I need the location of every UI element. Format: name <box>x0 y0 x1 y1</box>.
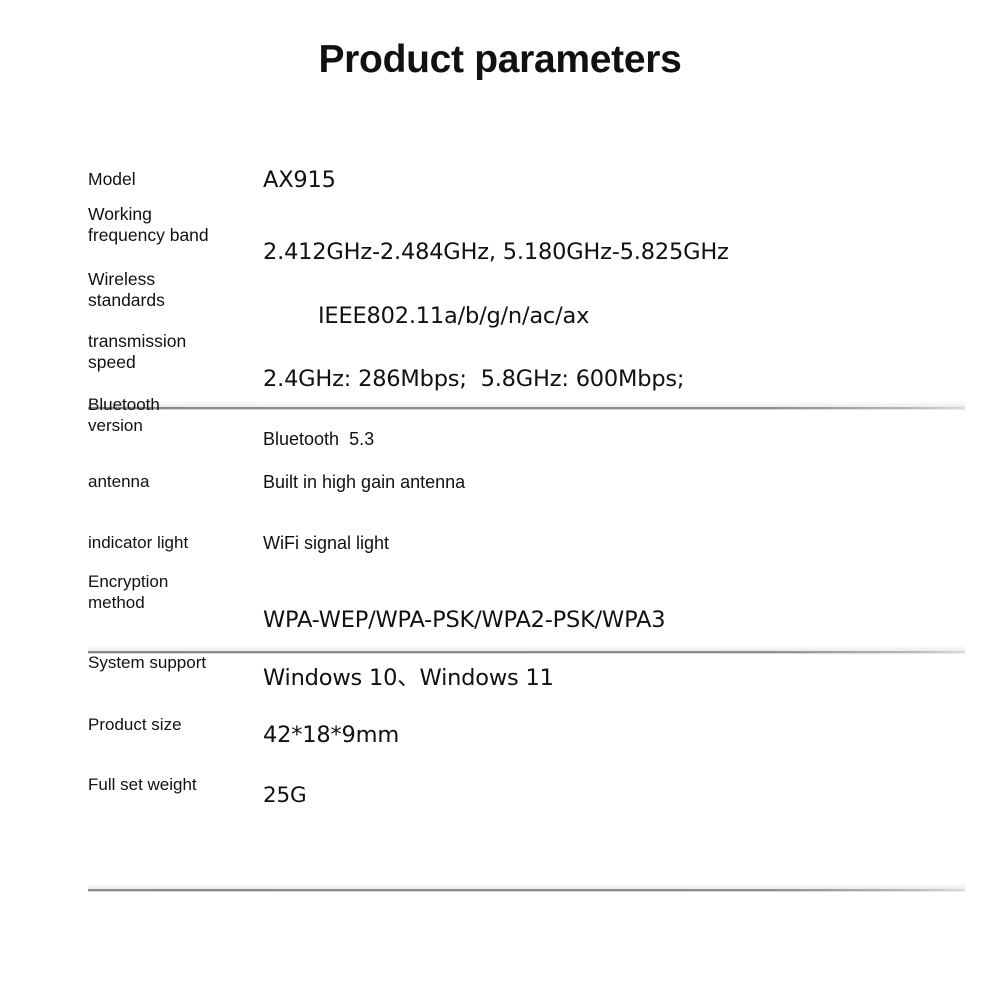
spec-value-antenna: Built in high gain antenna <box>263 471 466 492</box>
page-title: Product parameters <box>318 38 682 81</box>
spec-label-encryption-method: Encryption method <box>88 572 169 612</box>
product-parameters-page: Product parameters Model AX915 Working f… <box>0 0 1000 1000</box>
spec-label-full-set-weight: Full set weight <box>88 774 197 794</box>
spec-value-model: AX915 <box>263 167 336 193</box>
spec-value-wireless-standards: IEEE802.11a/b/g/n/ac/ax <box>318 303 590 329</box>
spec-value-full-set-weight: 25G <box>263 783 307 808</box>
spec-value-working-frequency-band: 2.412GHz-2.484GHz, 5.180GHz-5.825GHz <box>263 239 729 265</box>
spec-value-transmission-speed: 2.4GHz: 286Mbps; 5.8GHz: 600Mbps; <box>263 366 685 392</box>
section-divider <box>88 883 965 892</box>
spec-label-indicator-light: indicator light <box>88 532 189 552</box>
spec-value-encryption-method: WPA-WEP/WPA-PSK/WPA2-PSK/WPA3 <box>263 607 666 633</box>
spec-label-antenna: antenna <box>88 471 150 491</box>
spec-label-wireless-standards: Wireless standards <box>88 268 165 310</box>
spec-label-model: Model <box>88 169 136 190</box>
spec-label-product-size: Product size <box>88 714 182 734</box>
spec-label-system-support: System support <box>88 652 207 672</box>
spec-label-working-frequency-band: Working frequency band <box>88 203 209 245</box>
spec-value-system-support: Windows 10、Windows 11 <box>263 665 554 691</box>
spec-value-bluetooth-version: Bluetooth 5.3 <box>263 429 375 449</box>
spec-label-transmission-speed: transmission speed <box>88 330 187 372</box>
spec-value-product-size: 42*18*9mm <box>263 722 400 748</box>
spec-label-bluetooth-version: Bluetooth version <box>88 395 160 435</box>
spec-value-indicator-light: WiFi signal light <box>263 532 390 553</box>
